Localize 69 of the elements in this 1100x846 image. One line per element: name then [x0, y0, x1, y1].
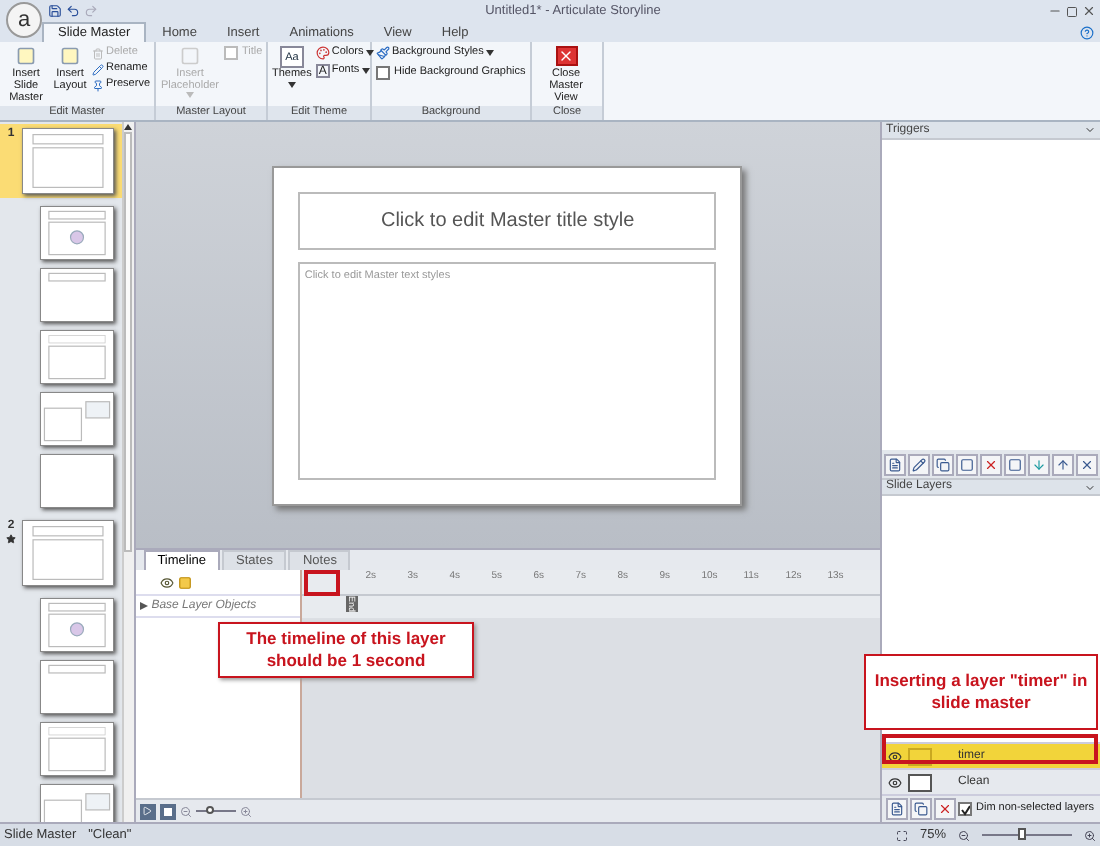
layout-icon	[60, 46, 80, 66]
caret-icon	[365, 50, 374, 56]
caret-icon	[186, 92, 194, 98]
duplicate-button[interactable]	[910, 798, 932, 820]
highlight-frame	[304, 570, 340, 596]
zoom-out-icon[interactable]	[958, 829, 970, 841]
caret-icon	[485, 50, 494, 56]
slide-thumbnail[interactable]	[40, 722, 114, 776]
slide-master-icon	[16, 46, 36, 66]
help-icon[interactable]	[1080, 26, 1094, 40]
toolbar-button[interactable]	[1004, 453, 1026, 475]
toolbar-button[interactable]	[1052, 453, 1074, 475]
pencil-icon	[912, 457, 926, 471]
toolbar-button[interactable]	[1076, 453, 1098, 475]
master-slide-thumbnail[interactable]	[22, 128, 114, 194]
stop-button[interactable]	[159, 803, 176, 819]
caret-icon	[361, 68, 370, 74]
toolbar-button[interactable]	[932, 453, 954, 475]
restore-icon[interactable]	[1066, 5, 1078, 17]
slide-thumbnail[interactable]	[40, 330, 114, 384]
copy-icon	[914, 802, 928, 816]
callout: Inserting a layer "timer" in slide master	[864, 654, 1098, 730]
slider-thumb[interactable]	[1018, 828, 1027, 840]
delete-icon	[984, 457, 998, 471]
square-icon	[1008, 457, 1022, 471]
toolbar-button[interactable]	[884, 453, 906, 475]
scrollbar[interactable]	[121, 122, 134, 822]
slide-thumbnail[interactable]	[40, 454, 114, 508]
palette-icon	[315, 46, 330, 60]
eye-icon[interactable]	[888, 775, 902, 789]
copy-icon	[936, 457, 950, 471]
slide-thumbnail[interactable]	[40, 268, 114, 322]
caret-icon	[287, 82, 296, 88]
paintbrush-icon	[376, 46, 390, 60]
arrow-up-icon	[1056, 457, 1070, 471]
delete-icon	[938, 802, 952, 816]
play-button[interactable]	[139, 803, 156, 819]
arrow-down-icon	[1032, 457, 1046, 471]
square-icon	[960, 457, 974, 471]
slide-thumbnail[interactable]	[40, 392, 114, 446]
title-placeholder[interactable]: Click to edit Master title style	[298, 191, 717, 249]
zoom-in-icon[interactable]	[1084, 829, 1096, 841]
eye-icon[interactable]	[888, 749, 902, 763]
new-layer-button[interactable]	[886, 798, 908, 820]
toolbar-button[interactable]	[908, 453, 930, 475]
delete-button[interactable]	[934, 798, 956, 820]
slide-thumbnail[interactable]	[40, 598, 114, 652]
slide-thumbnail[interactable]	[40, 660, 114, 714]
slider-thumb[interactable]	[205, 806, 214, 814]
slide-thumbnail[interactable]	[40, 206, 114, 260]
dropdown-icon[interactable]	[1084, 124, 1096, 136]
slide-thumbnail[interactable]	[40, 784, 114, 822]
eye-icon[interactable]	[159, 575, 174, 589]
undo-icon[interactable]	[66, 4, 80, 18]
close-icon[interactable]	[1082, 4, 1096, 18]
layer-thumbnail	[908, 773, 932, 791]
toolbar-button[interactable]	[980, 453, 1002, 475]
expand-icon[interactable]	[139, 602, 148, 610]
page-icon	[888, 457, 902, 471]
close-icon	[1080, 457, 1094, 471]
dropdown-icon[interactable]	[1084, 481, 1096, 493]
toolbar-button[interactable]	[956, 453, 978, 475]
placeholder-icon	[180, 46, 200, 66]
callout: The timeline of this layer should be 1 second	[218, 622, 474, 678]
star-icon	[6, 534, 16, 544]
page-icon	[890, 802, 904, 816]
save-icon[interactable]	[48, 4, 62, 18]
master-slide-thumbnail[interactable]	[22, 520, 114, 586]
checkmark-icon	[960, 803, 970, 815]
